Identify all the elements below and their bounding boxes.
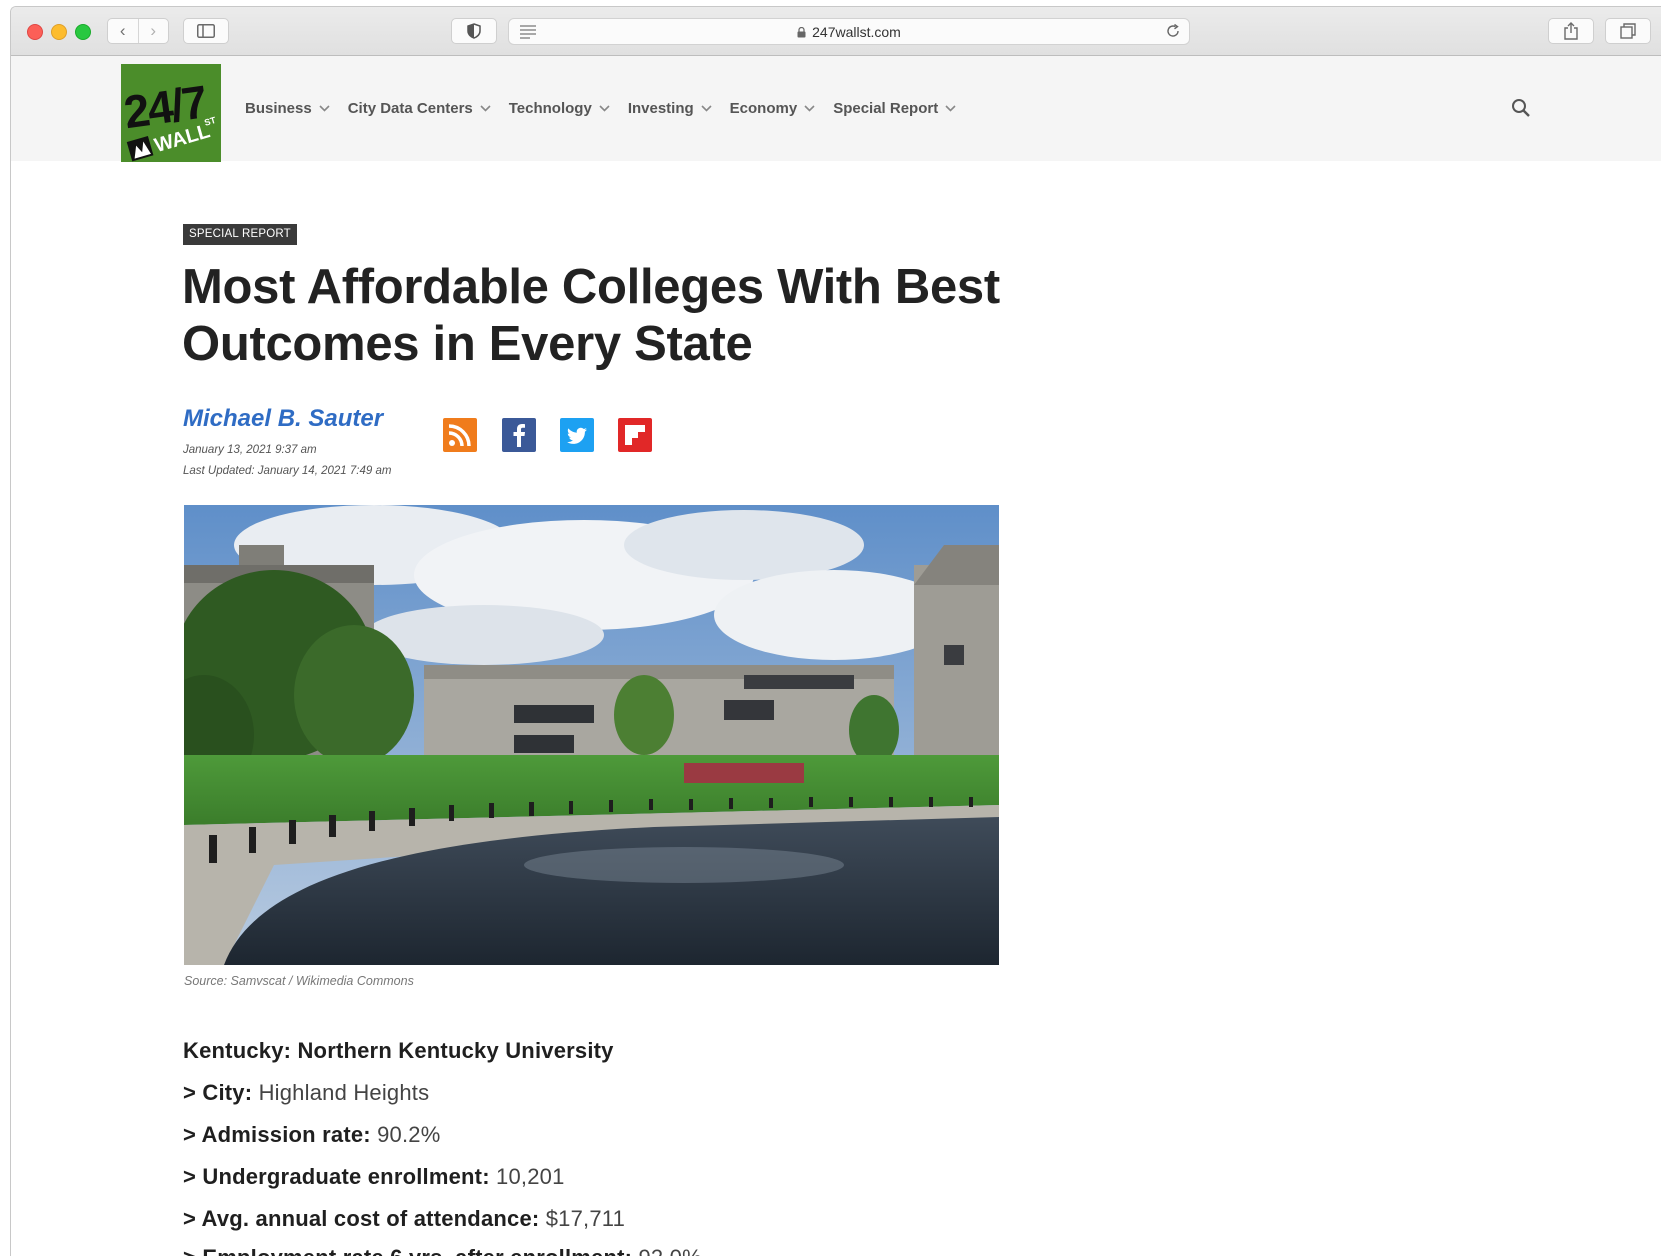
nav-label: Investing bbox=[627, 100, 694, 117]
browser-window: ‹ › 247wallst.com 24/7 WALL ST Business … bbox=[10, 6, 1661, 1256]
nav-label: Technology bbox=[508, 100, 592, 117]
stat-label: > Undergraduate enrollment: bbox=[183, 1164, 490, 1189]
nav-label: Special Report bbox=[833, 100, 939, 117]
back-button[interactable]: ‹ bbox=[108, 19, 138, 43]
tab-overview-button[interactable] bbox=[1605, 18, 1651, 44]
site-logo[interactable]: 24/7 WALL ST bbox=[121, 64, 221, 162]
search-icon[interactable] bbox=[1511, 98, 1531, 118]
chevron-down-icon bbox=[804, 105, 815, 112]
chevron-down-icon bbox=[701, 105, 712, 112]
category-badge[interactable]: SPECIAL REPORT bbox=[183, 224, 297, 245]
site-header: 24/7 WALL ST Business City Data Centers … bbox=[11, 56, 1661, 162]
article-title: Most Affordable Colleges With Best Outco… bbox=[182, 260, 1000, 371]
nav-economy[interactable]: Economy bbox=[730, 100, 816, 117]
lock-icon bbox=[797, 27, 806, 38]
url-text: 247wallst.com bbox=[812, 24, 901, 40]
nav-label: City Data Centers bbox=[347, 100, 473, 117]
publish-date: January 13, 2021 9:37 am bbox=[183, 444, 317, 456]
stat-avg-cost: > Avg. annual cost of attendance: $17,71… bbox=[183, 1206, 625, 1232]
tabs-icon bbox=[1620, 23, 1636, 39]
logo-graphic: 24/7 WALL ST bbox=[121, 64, 221, 162]
stat-label: > Employment rate 6 yrs. after enrollmen… bbox=[183, 1245, 632, 1256]
address-bar[interactable]: 247wallst.com bbox=[508, 18, 1190, 45]
updated-date: Last Updated: January 14, 2021 7:49 am bbox=[183, 465, 392, 477]
url-text-row: 247wallst.com bbox=[509, 24, 1189, 40]
zoom-window-button[interactable] bbox=[75, 24, 91, 40]
stat-value: Highland Heights bbox=[258, 1080, 430, 1105]
share-icon bbox=[1564, 22, 1578, 40]
facebook-icon[interactable] bbox=[502, 418, 536, 452]
privacy-report-button[interactable] bbox=[451, 18, 497, 44]
chevron-down-icon bbox=[319, 105, 330, 112]
chevron-down-icon bbox=[480, 105, 491, 112]
article-hero-image bbox=[184, 505, 999, 965]
forward-button[interactable]: › bbox=[137, 19, 169, 43]
nav-label: Economy bbox=[729, 100, 798, 117]
history-nav-group: ‹ › bbox=[107, 18, 169, 44]
chevron-down-icon bbox=[945, 105, 956, 112]
stat-admission-rate: > Admission rate: 90.2% bbox=[183, 1122, 441, 1148]
close-window-button[interactable] bbox=[27, 24, 43, 40]
stat-undergraduate-enrollment: > Undergraduate enrollment: 10,201 bbox=[183, 1164, 565, 1190]
nav-label: Business bbox=[245, 100, 312, 117]
sidebar-toggle-button[interactable] bbox=[183, 18, 229, 44]
campus-photo bbox=[184, 505, 999, 965]
nav-special-report[interactable]: Special Report bbox=[833, 100, 956, 117]
shield-icon bbox=[467, 23, 481, 39]
browser-toolbar: ‹ › 247wallst.com bbox=[11, 7, 1661, 56]
college-heading: Kentucky: Northern Kentucky University bbox=[183, 1038, 614, 1063]
nav-technology[interactable]: Technology bbox=[509, 100, 610, 117]
author-link[interactable]: Michael B. Sauter bbox=[183, 405, 383, 433]
share-button[interactable] bbox=[1548, 18, 1594, 44]
stat-value: 90.2% bbox=[377, 1122, 441, 1147]
rss-icon[interactable] bbox=[443, 418, 477, 452]
stat-value: $17,711 bbox=[545, 1206, 626, 1231]
stat-value: 10,201 bbox=[496, 1164, 565, 1189]
stat-label: > Avg. annual cost of attendance: bbox=[183, 1206, 540, 1231]
stat-label: > Admission rate: bbox=[183, 1122, 371, 1147]
stat-employment-rate: > Employment rate 6 yrs. after enrollmen… bbox=[183, 1245, 702, 1256]
minimize-window-button[interactable] bbox=[51, 24, 67, 40]
main-nav: Business City Data Centers Technology In… bbox=[245, 100, 974, 117]
nav-investing[interactable]: Investing bbox=[628, 100, 712, 117]
sidebar-icon bbox=[197, 24, 215, 38]
nav-city-data-centers[interactable]: City Data Centers bbox=[348, 100, 491, 117]
image-caption: Source: Samvscat / Wikimedia Commons bbox=[184, 974, 414, 988]
stat-label: > City: bbox=[183, 1080, 253, 1105]
nav-business[interactable]: Business bbox=[245, 100, 330, 117]
stat-value: 92.0% bbox=[638, 1245, 701, 1256]
reload-icon[interactable] bbox=[1165, 23, 1181, 39]
twitter-icon[interactable] bbox=[560, 418, 594, 452]
flipboard-icon[interactable] bbox=[618, 418, 652, 452]
chevron-down-icon bbox=[599, 105, 610, 112]
stat-city: > City: Highland Heights bbox=[183, 1080, 429, 1106]
